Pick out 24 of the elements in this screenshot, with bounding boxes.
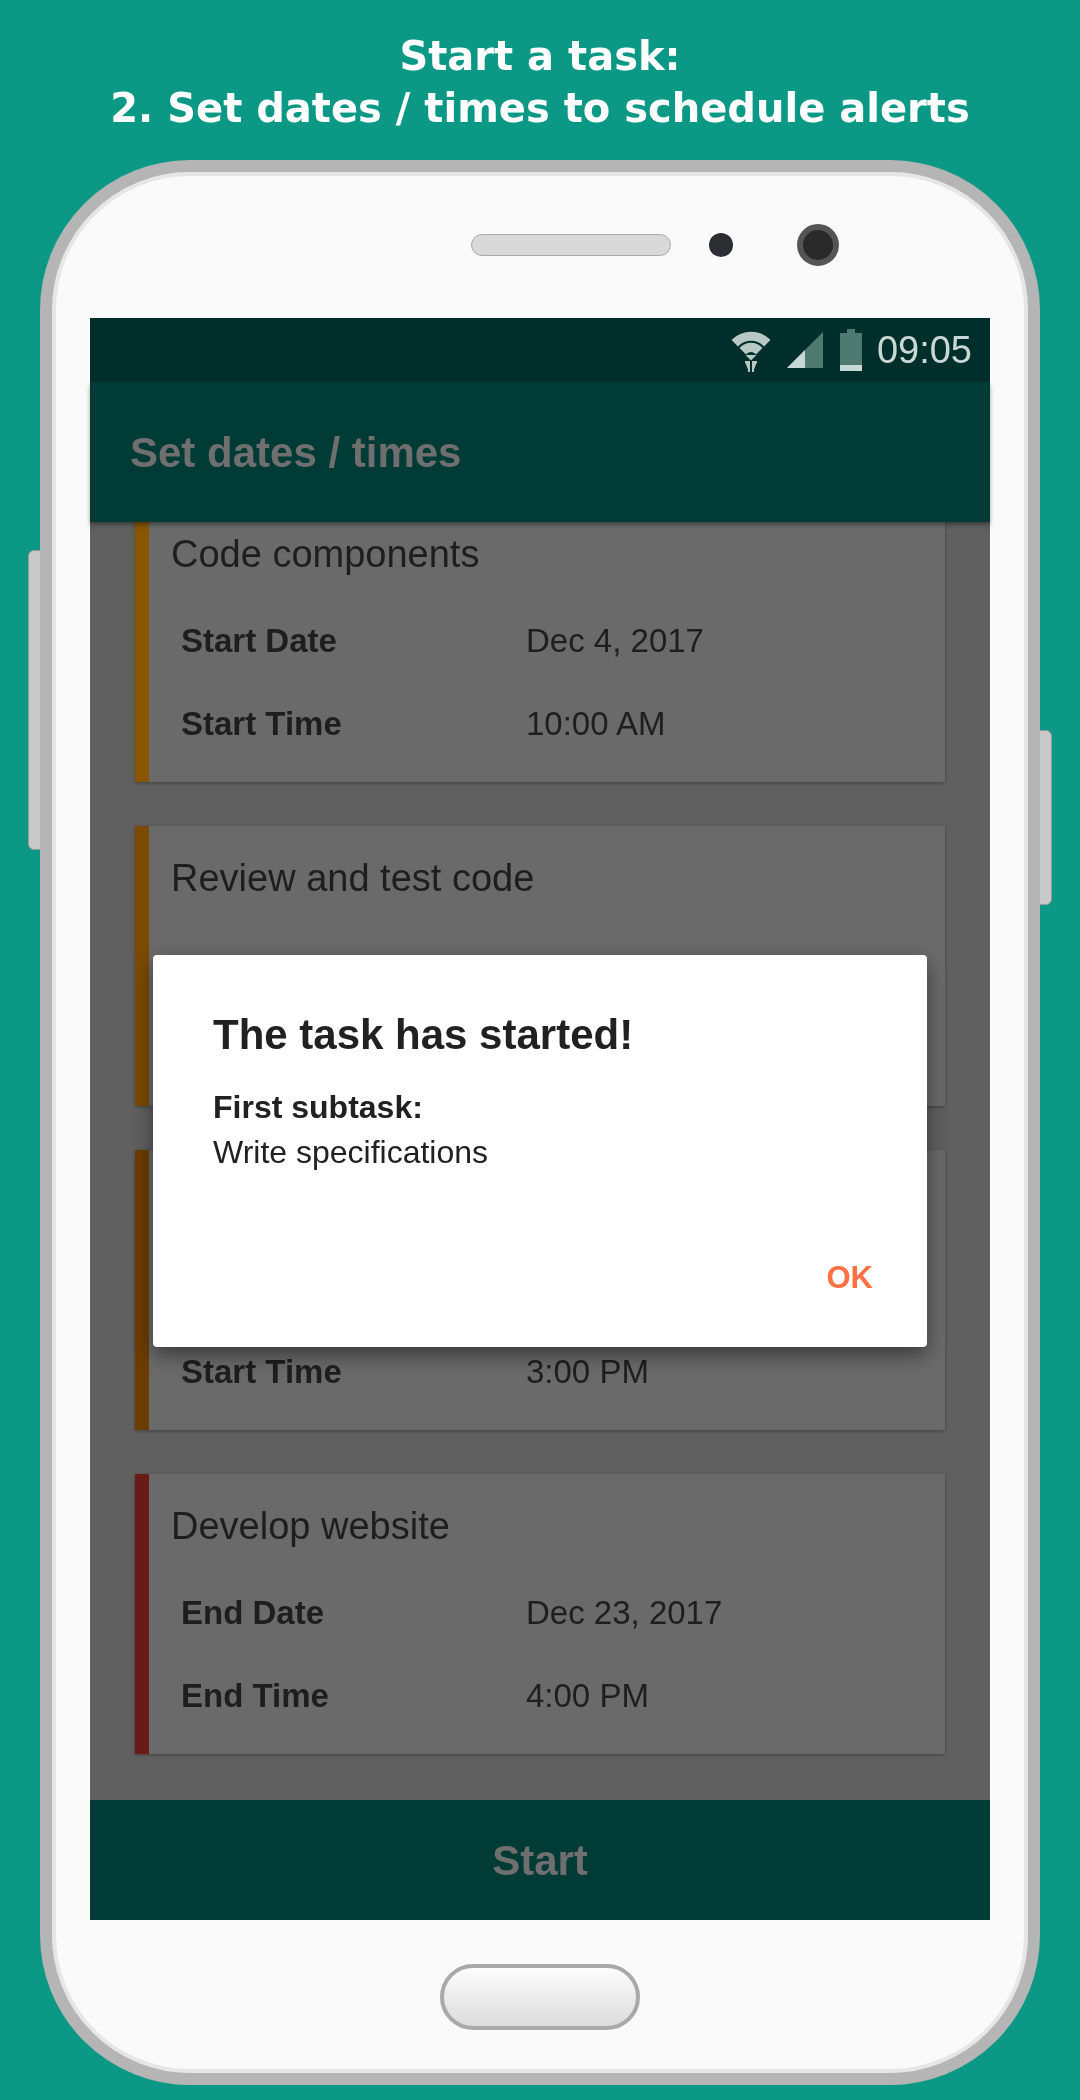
app-bar-title: Set dates / times	[130, 427, 462, 478]
camera-icon	[797, 224, 839, 266]
task-title: Develop website	[170, 1504, 451, 1549]
field-value[interactable]: Dec 23, 2017	[526, 1587, 723, 1638]
field-label: End Time	[180, 1675, 330, 1716]
dialog-title: The task has started!	[213, 1010, 635, 1060]
field-value[interactable]: 10:00 AM	[526, 698, 666, 749]
field-value[interactable]: 3:00 PM	[526, 1346, 649, 1397]
start-button[interactable]: Start	[472, 1818, 608, 1902]
dialog-text: Write specifications	[213, 1133, 490, 1172]
task-title: Review and test code	[170, 856, 536, 901]
caption-text: Start a task:	[399, 32, 681, 81]
task-title: Code components	[170, 532, 481, 577]
field-label: End Date	[180, 1592, 326, 1633]
field-value[interactable]: 4:00 PM	[526, 1670, 649, 1721]
field-label: Start Date	[180, 620, 338, 661]
field-label: Start Time	[180, 1351, 343, 1392]
field-value[interactable]: Dec 4, 2017	[526, 615, 704, 666]
dialog-label: First subtask:	[213, 1088, 424, 1127]
ok-button[interactable]: OK	[812, 1246, 887, 1309]
field-label: Start Time	[180, 703, 343, 744]
caption-text: 2. Set dates / times to schedule alerts	[110, 84, 970, 133]
battery-icon	[838, 329, 863, 371]
clock-text: 09:05	[876, 327, 972, 373]
